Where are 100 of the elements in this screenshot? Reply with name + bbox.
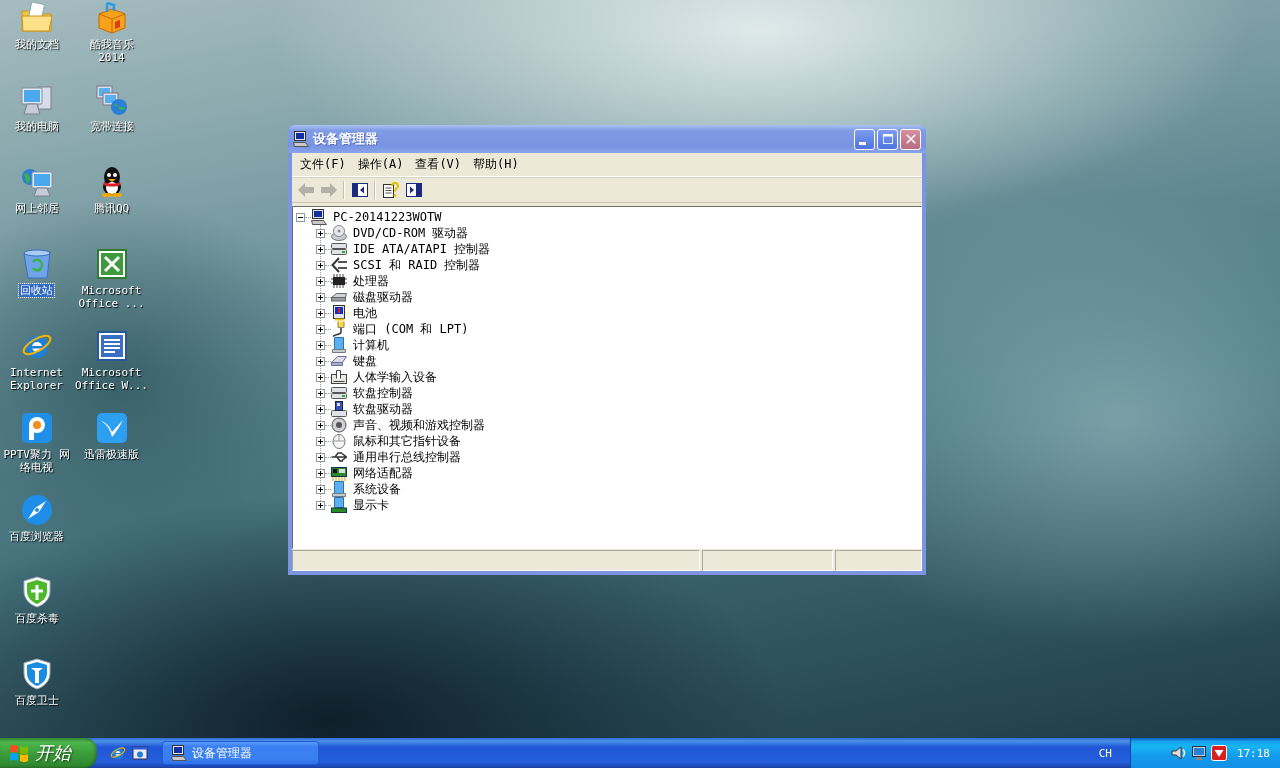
panel-right-icon <box>405 182 422 198</box>
tree-item-label[interactable]: 鼠标和其它指针设备 <box>351 433 463 449</box>
cable-plug-icon <box>331 321 347 337</box>
start-button[interactable]: 开始 <box>0 738 97 768</box>
monitor-icon[interactable] <box>1190 745 1207 761</box>
menu-item[interactable]: 文件(F) <box>294 154 352 175</box>
menu-item[interactable]: 操作(A) <box>351 154 410 175</box>
computer-icon <box>311 209 327 225</box>
tree-item-label[interactable]: 端口 (COM 和 LPT) <box>351 321 471 337</box>
tree-item-label[interactable]: 通用串行总线控制器 <box>351 449 463 465</box>
tree-item-label[interactable]: 系统设备 <box>351 481 403 497</box>
close-button[interactable] <box>900 128 921 150</box>
tree-item-label[interactable]: 磁盘驱动器 <box>351 289 415 305</box>
speaker-icon[interactable] <box>1170 745 1187 761</box>
plus-box-icon[interactable] <box>316 500 325 510</box>
shortcut-label[interactable]: 回收站 <box>19 284 54 297</box>
browser-icon[interactable] <box>110 745 126 761</box>
monitor-icon <box>331 481 347 497</box>
help-document-icon <box>382 182 399 198</box>
tree-item-label[interactable]: 网络适配器 <box>351 465 415 481</box>
network-card-icon <box>331 465 347 481</box>
plus-box-icon[interactable] <box>316 388 325 398</box>
tree-item-label[interactable]: PC-20141223WOTW <box>331 209 444 225</box>
minus-box-icon[interactable] <box>296 212 305 222</box>
floppy-drive-icon <box>331 401 347 417</box>
shortcut-label[interactable]: 百度卫士 <box>13 694 60 707</box>
computer-icon <box>171 745 187 761</box>
connector-icon <box>331 257 347 273</box>
tree-item-label[interactable]: SCSI 和 RAID 控制器 <box>351 257 483 273</box>
shortcut-label[interactable]: PPTV聚力 网络电视 <box>0 448 74 474</box>
plus-box-icon[interactable] <box>316 468 325 478</box>
tree-item-label[interactable]: 计算机 <box>351 337 391 353</box>
plus-box-icon[interactable] <box>316 276 325 286</box>
plus-box-icon[interactable] <box>316 436 325 446</box>
tree-item-label[interactable]: 电池 <box>351 305 379 321</box>
menu-item[interactable]: 查看(V) <box>409 154 468 175</box>
network-computers-icon[interactable] <box>95 84 128 116</box>
plus-box-icon[interactable] <box>316 404 325 414</box>
shortcut-label[interactable]: 百度杀毒 <box>13 612 60 625</box>
triangle-tile-icon[interactable] <box>1210 745 1227 761</box>
shortcut-label[interactable]: Internet Explorer <box>0 366 74 392</box>
tree-item-label[interactable]: 键盘 <box>351 353 379 369</box>
usb-icon <box>331 449 347 465</box>
drive-controller-icon <box>331 241 347 257</box>
spreadsheet-icon[interactable] <box>95 248 128 280</box>
chip-icon <box>331 273 347 289</box>
ring-tile-icon[interactable] <box>20 412 53 444</box>
plus-box-icon[interactable] <box>316 420 325 430</box>
plus-box-icon[interactable] <box>316 292 325 302</box>
computer-icon[interactable] <box>20 84 53 116</box>
tree-item-label[interactable]: 显示卡 <box>351 497 391 513</box>
shortcut-label[interactable]: 百度浏览器 <box>8 530 65 543</box>
tree-item-label[interactable]: 软盘驱动器 <box>351 401 415 417</box>
shield-icon[interactable] <box>20 658 53 690</box>
menu-item[interactable]: 帮助(H) <box>467 154 525 175</box>
plus-box-icon[interactable] <box>316 484 325 494</box>
tree-item-label[interactable]: 人体学输入设备 <box>351 369 439 385</box>
battery-icon <box>331 305 347 321</box>
disc-drive-icon <box>331 225 347 241</box>
tree-item-label[interactable]: 软盘控制器 <box>351 385 415 401</box>
tree-item-label[interactable]: 声音、视频和游戏控制器 <box>351 417 487 433</box>
folder-icon[interactable] <box>20 2 53 34</box>
tree-item-label[interactable]: DVD/CD-ROM 驱动器 <box>351 225 471 241</box>
maximize-button[interactable] <box>877 128 898 150</box>
recycle-bin-icon[interactable] <box>20 248 53 280</box>
close-icon <box>905 134 916 144</box>
minimize-button[interactable] <box>854 128 875 150</box>
plus-box-icon[interactable] <box>316 340 325 350</box>
plus-box-icon[interactable] <box>316 324 325 334</box>
window-icon[interactable] <box>132 745 148 761</box>
shortcut-label[interactable]: Microsoft Office ... <box>74 284 149 310</box>
plus-box-icon[interactable] <box>316 356 325 366</box>
computer-icon <box>293 131 309 147</box>
clock-text: 17:18 <box>1236 746 1270 760</box>
minimize-icon <box>858 141 866 145</box>
arrow-left-icon <box>297 182 314 198</box>
plus-box-icon[interactable] <box>316 452 325 462</box>
plus-box-icon[interactable] <box>316 260 325 270</box>
shortcut-label[interactable]: Microsoft Office W... <box>74 366 149 392</box>
window-title: 设备管理器 <box>313 130 378 148</box>
plus-box-icon[interactable] <box>316 244 325 254</box>
plus-box-icon[interactable] <box>316 308 325 318</box>
panel-left-icon <box>351 182 368 198</box>
plus-box-icon[interactable] <box>316 372 325 382</box>
document-icon[interactable] <box>95 330 128 362</box>
taskbar-button[interactable]: 设备管理器 <box>162 741 319 765</box>
language-indicator[interactable]: CH <box>1098 746 1112 760</box>
compass-icon[interactable] <box>20 494 53 526</box>
tree-item-label[interactable]: 处理器 <box>351 273 391 289</box>
keyboard-icon <box>331 353 347 369</box>
tree-item-label[interactable]: IDE ATA/ATAPI 控制器 <box>351 241 493 257</box>
drive-controller-icon <box>331 385 347 401</box>
plus-box-icon[interactable] <box>316 228 325 238</box>
shortcut-label[interactable]: 迅雷极速版 <box>83 448 140 461</box>
swoosh-tile-icon[interactable] <box>95 412 128 444</box>
globe-monitor-icon[interactable] <box>20 166 53 198</box>
speaker-icon <box>331 417 347 433</box>
shield-icon[interactable] <box>20 576 53 608</box>
monitor-icon <box>331 337 347 353</box>
input-device-icon <box>331 369 347 385</box>
